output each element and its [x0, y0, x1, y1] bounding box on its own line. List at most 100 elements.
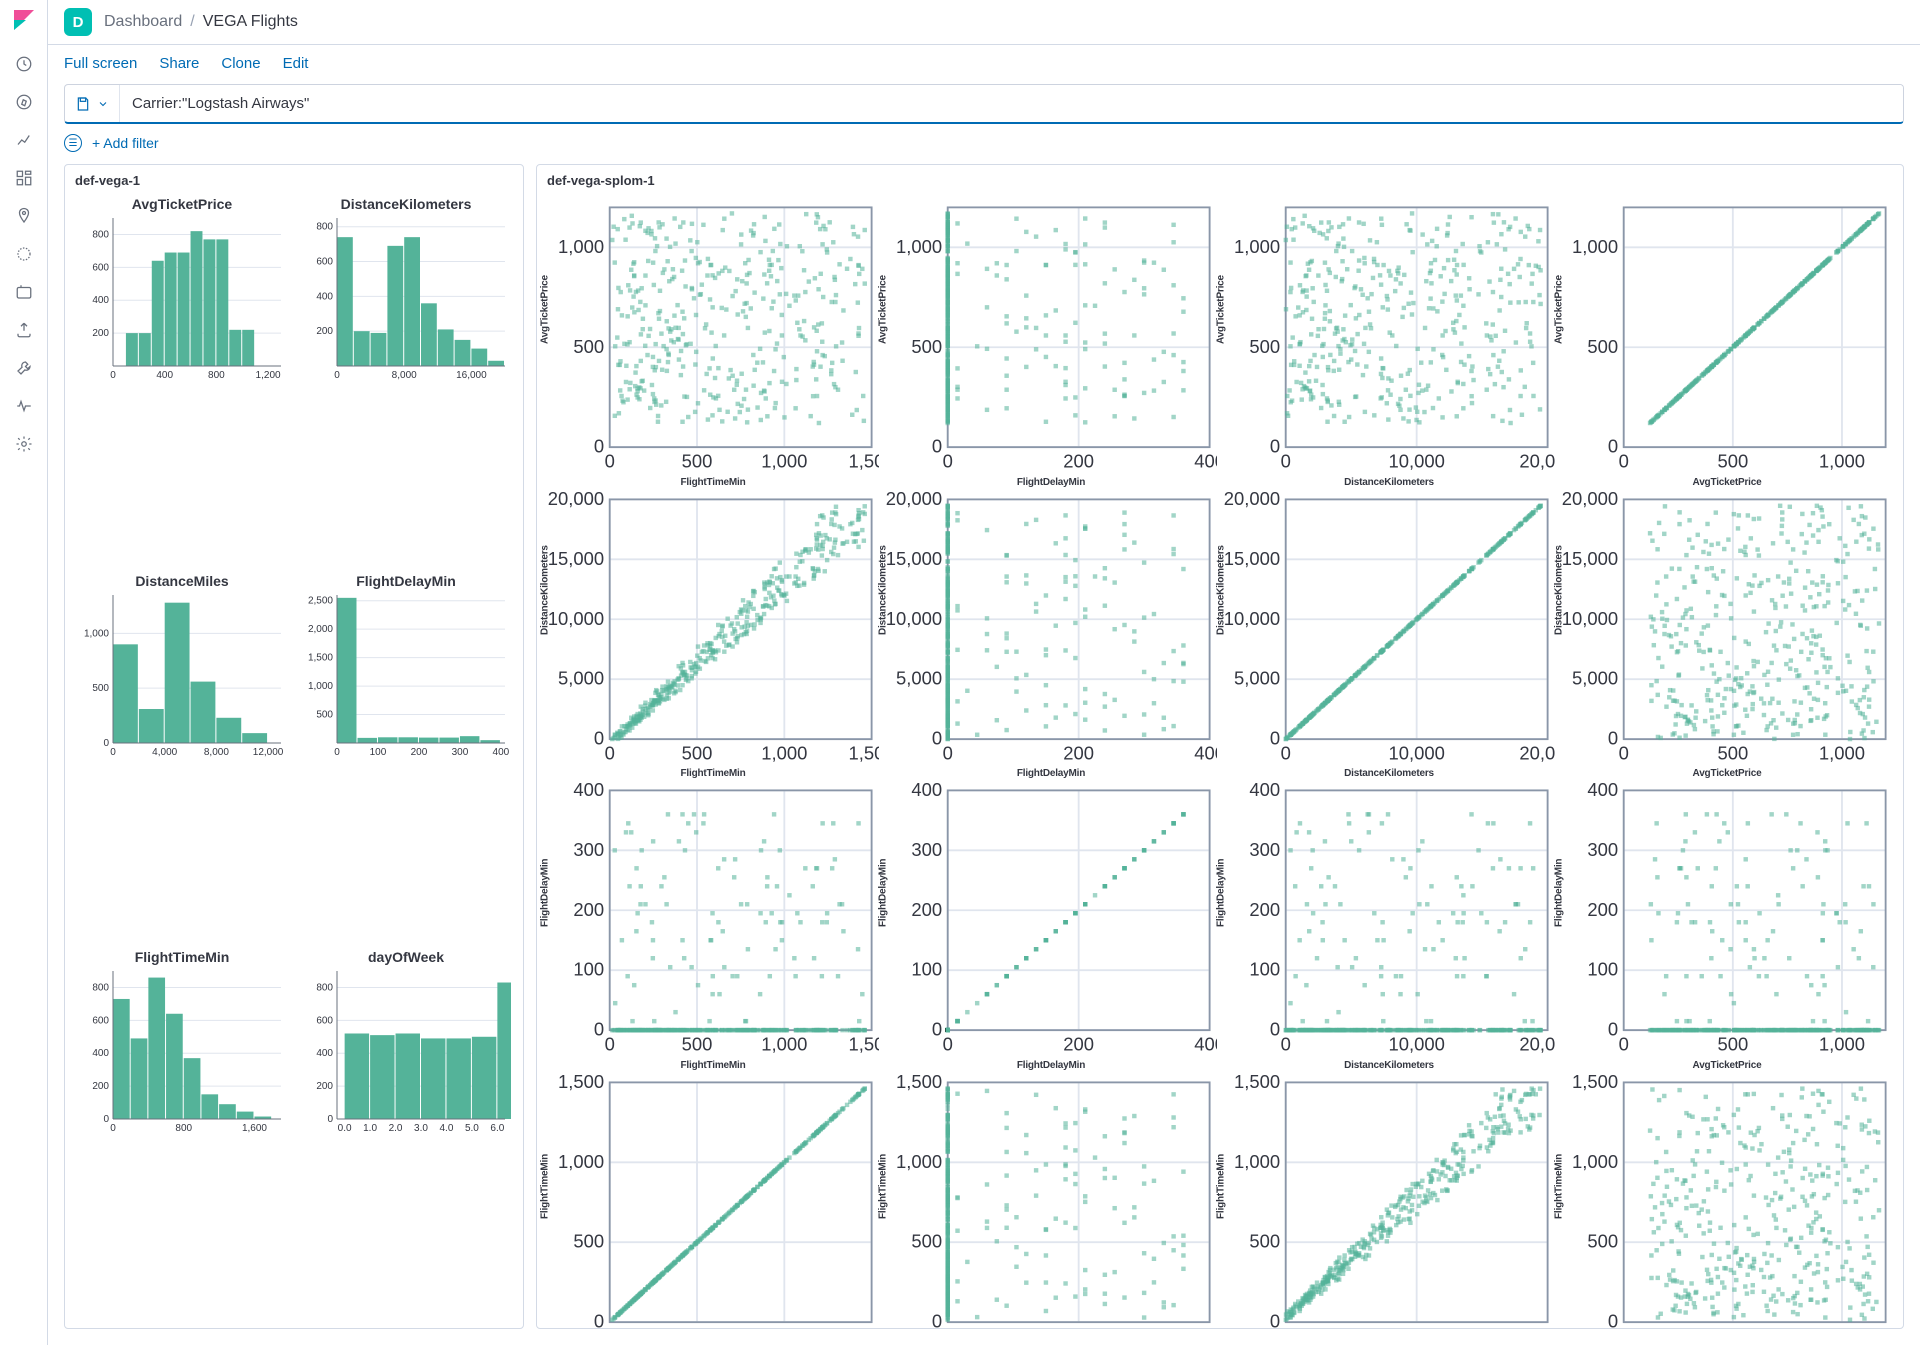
- svg-text:500: 500: [911, 336, 942, 357]
- sidebar-nav: [0, 0, 48, 1345]
- svg-text:200: 200: [911, 899, 942, 920]
- svg-text:800: 800: [175, 1123, 192, 1134]
- canvas-icon[interactable]: [14, 244, 34, 264]
- space-badge[interactable]: D: [64, 8, 92, 36]
- splom-xlabel: FlightDelayMin: [885, 477, 1217, 488]
- svg-text:200: 200: [411, 747, 428, 758]
- add-filter-button[interactable]: + Add filter: [92, 135, 159, 151]
- svg-text:500: 500: [1717, 742, 1748, 763]
- management-icon[interactable]: [14, 434, 34, 454]
- svg-text:0: 0: [334, 370, 340, 381]
- query-bar: [64, 84, 1904, 124]
- svg-text:400: 400: [316, 1049, 333, 1060]
- splom-ylabel: AvgTicketPrice: [540, 275, 551, 344]
- histogram-FlightTimeMin: FlightTimeMin020040060080008001,600: [73, 949, 291, 1320]
- svg-text:1,000: 1,000: [308, 681, 333, 692]
- kibana-logo-icon[interactable]: [12, 8, 36, 32]
- histogram-DistanceKilometers: DistanceKilometers20040060080008,00016,0…: [297, 196, 515, 567]
- svg-text:0: 0: [932, 1019, 942, 1040]
- histogram-DistanceMiles: DistanceMiles05001,00004,0008,00012,000: [73, 573, 291, 944]
- panel-title: def-vega-1: [65, 165, 523, 196]
- svg-text:8,000: 8,000: [392, 370, 417, 381]
- svg-text:400: 400: [911, 783, 942, 800]
- splom-xlabel: AvgTicketPrice: [1561, 477, 1893, 488]
- histogram-FlightDelayMin: FlightDelayMin5001,0001,5002,0002,500010…: [297, 573, 515, 944]
- svg-text:300: 300: [911, 839, 942, 860]
- svg-text:200: 200: [92, 328, 109, 339]
- svg-text:10,000: 10,000: [1224, 607, 1280, 628]
- splom-ylabel: AvgTicketPrice: [878, 275, 889, 344]
- share-button[interactable]: Share: [159, 55, 199, 72]
- svg-text:20,000: 20,000: [1224, 492, 1280, 509]
- svg-text:5,000: 5,000: [1234, 667, 1280, 688]
- ml-icon[interactable]: [14, 282, 34, 302]
- svg-text:0: 0: [334, 747, 340, 758]
- svg-text:200: 200: [316, 326, 333, 337]
- fullscreen-button[interactable]: Full screen: [64, 55, 137, 72]
- svg-text:0: 0: [110, 1123, 116, 1134]
- svg-text:10,000: 10,000: [886, 607, 942, 628]
- splom-AvgTicketPrice-vs-FlightDelayMin: AvgTicketPrice05001,0000200400FlightDela…: [885, 200, 1217, 488]
- histogram-dayOfWeek: dayOfWeek02004006008000.01.02.03.04.05.0…: [297, 949, 515, 1320]
- splom-ylabel: AvgTicketPrice: [1216, 275, 1227, 344]
- svg-text:200: 200: [1063, 742, 1094, 763]
- breadcrumb: Dashboard / VEGA Flights: [104, 13, 298, 31]
- svg-text:100: 100: [911, 959, 942, 980]
- svg-text:0: 0: [327, 1114, 333, 1125]
- clone-button[interactable]: Clone: [221, 55, 260, 72]
- export-icon[interactable]: [14, 320, 34, 340]
- visualize-icon[interactable]: [14, 130, 34, 150]
- filter-settings-icon[interactable]: ☰: [64, 134, 82, 152]
- svg-text:400: 400: [1194, 1034, 1217, 1055]
- splom-xlabel: FlightDelayMin: [885, 1060, 1217, 1071]
- svg-text:0: 0: [594, 1019, 604, 1040]
- monitoring-icon[interactable]: [14, 396, 34, 416]
- save-query-icon[interactable]: [75, 96, 91, 112]
- splom-xlabel: DistanceKilometers: [1223, 1060, 1555, 1071]
- svg-text:200: 200: [573, 899, 604, 920]
- svg-text:5,000: 5,000: [558, 667, 604, 688]
- svg-text:400: 400: [92, 1049, 109, 1060]
- dashboard-icon[interactable]: [14, 168, 34, 188]
- maps-icon[interactable]: [14, 206, 34, 226]
- svg-text:1,000: 1,000: [558, 236, 604, 257]
- splom-ylabel: FlightTimeMin: [1216, 1154, 1227, 1219]
- svg-text:500: 500: [316, 709, 333, 720]
- svg-text:500: 500: [1249, 336, 1280, 357]
- splom-FlightTimeMin-vs-FlightDelayMin: FlightTimeMin05001,0001,5000200400Flight…: [885, 1075, 1217, 1329]
- svg-text:0: 0: [943, 742, 953, 763]
- dev-tools-icon[interactable]: [14, 358, 34, 378]
- svg-text:15,000: 15,000: [1562, 548, 1618, 569]
- chart-title: dayOfWeek: [368, 949, 444, 965]
- breadcrumb-root[interactable]: Dashboard: [104, 13, 182, 31]
- svg-text:100: 100: [370, 747, 387, 758]
- svg-text:500: 500: [682, 1034, 713, 1055]
- chart-title: DistanceKilometers: [341, 196, 472, 212]
- svg-text:0: 0: [110, 370, 116, 381]
- svg-text:200: 200: [1249, 899, 1280, 920]
- svg-text:20,000: 20,000: [548, 492, 604, 509]
- edit-button[interactable]: Edit: [283, 55, 309, 72]
- svg-text:12,000: 12,000: [253, 747, 284, 758]
- svg-text:15,000: 15,000: [1224, 548, 1280, 569]
- svg-text:300: 300: [452, 747, 469, 758]
- splom-FlightDelayMin-vs-FlightDelayMin: FlightDelayMin01002003004000200400Flight…: [885, 783, 1217, 1071]
- recently-viewed-icon[interactable]: [14, 54, 34, 74]
- svg-text:1,500: 1,500: [308, 652, 333, 663]
- svg-text:0: 0: [1608, 727, 1618, 748]
- splom-xlabel: DistanceKilometers: [1223, 768, 1555, 779]
- splom-xlabel: FlightTimeMin: [547, 1060, 879, 1071]
- svg-text:0: 0: [1619, 742, 1629, 763]
- query-lang-dropdown-icon[interactable]: [97, 98, 109, 110]
- svg-text:800: 800: [316, 222, 333, 233]
- chart-title: AvgTicketPrice: [132, 196, 232, 212]
- query-input[interactable]: [120, 85, 1903, 122]
- svg-text:1,200: 1,200: [256, 370, 281, 381]
- svg-text:500: 500: [573, 336, 604, 357]
- svg-text:400: 400: [92, 295, 109, 306]
- svg-text:8,000: 8,000: [204, 747, 229, 758]
- svg-text:100: 100: [1249, 959, 1280, 980]
- discover-icon[interactable]: [14, 92, 34, 112]
- svg-text:15,000: 15,000: [886, 548, 942, 569]
- splom-DistanceKilometers-vs-AvgTicketPrice: DistanceKilometers05,00010,00015,00020,0…: [1561, 492, 1893, 780]
